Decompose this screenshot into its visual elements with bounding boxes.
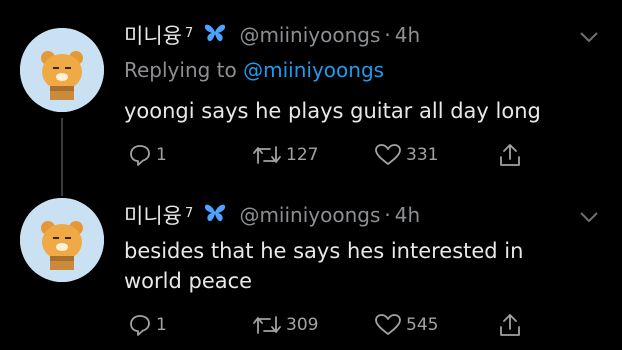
heart-icon (375, 144, 401, 165)
reply-button[interactable]: 1 (128, 142, 167, 168)
display-name-suffix: 7 (184, 206, 194, 221)
share-button[interactable] (498, 142, 522, 168)
thread-line (61, 118, 63, 186)
reply-count: 1 (156, 145, 167, 165)
replying-to-label: Replying to (124, 58, 244, 82)
retweet-icon (253, 146, 281, 164)
like-button[interactable]: 331 (374, 142, 438, 168)
like-count: 331 (406, 145, 439, 165)
retweet-count: 127 (286, 145, 319, 165)
like-button[interactable]: 545 (374, 312, 438, 338)
chevron-down-icon[interactable] (578, 210, 600, 224)
reply-icon (130, 145, 150, 166)
separator-dot: · (384, 23, 391, 47)
like-count: 545 (406, 315, 439, 335)
timestamp[interactable]: 4h (395, 203, 420, 227)
retweet-count: 309 (286, 315, 319, 335)
retweet-button[interactable]: 309 (252, 312, 318, 338)
share-button[interactable] (498, 312, 522, 338)
separator-dot: · (384, 203, 391, 227)
display-name-suffix: 7 (184, 26, 194, 41)
thread-line (61, 186, 63, 196)
share-icon (500, 314, 520, 336)
avatar[interactable] (20, 198, 104, 282)
tweet-text: yoongi says he plays guitar all day long (124, 99, 541, 123)
heart-icon (375, 314, 401, 335)
avatar[interactable] (20, 28, 104, 112)
tweet[interactable]: 미니융 7 @miiniyoongs · 4h besides that he say… (0, 186, 622, 350)
reply-button[interactable]: 1 (128, 312, 167, 338)
tweet-header: 미니융 7 @miiniyoongs · 4h (124, 200, 420, 230)
replying-to-line: Replying to @miiniyoongs (124, 58, 384, 82)
ryan-bear-avatar-icon (20, 198, 104, 282)
share-icon (500, 144, 520, 166)
retweet-button[interactable]: 127 (252, 142, 318, 168)
butterfly-icon (204, 23, 226, 47)
chevron-down-icon[interactable] (578, 30, 600, 44)
timestamp[interactable]: 4h (395, 23, 420, 47)
ryan-bear-avatar-icon (20, 28, 104, 112)
retweet-icon (253, 316, 281, 334)
display-name[interactable]: 미니융 7 (124, 20, 193, 50)
reply-count: 1 (156, 315, 167, 335)
tweet-header: 미니융 7 @miiniyoongs · 4h (124, 20, 420, 50)
display-name[interactable]: 미니융 7 (124, 200, 193, 230)
butterfly-icon (204, 203, 226, 227)
reply-to-handle-link[interactable]: @miiniyoongs (243, 58, 384, 82)
tweet-text: besides that he says hes interested in w… (124, 239, 524, 293)
reply-icon (130, 315, 150, 336)
handle[interactable]: @miiniyoongs (239, 203, 380, 227)
tweet[interactable]: 미니융 7 @miiniyoongs · 4h Replying to @miiniy… (0, 0, 622, 186)
handle[interactable]: @miiniyoongs (239, 23, 380, 47)
